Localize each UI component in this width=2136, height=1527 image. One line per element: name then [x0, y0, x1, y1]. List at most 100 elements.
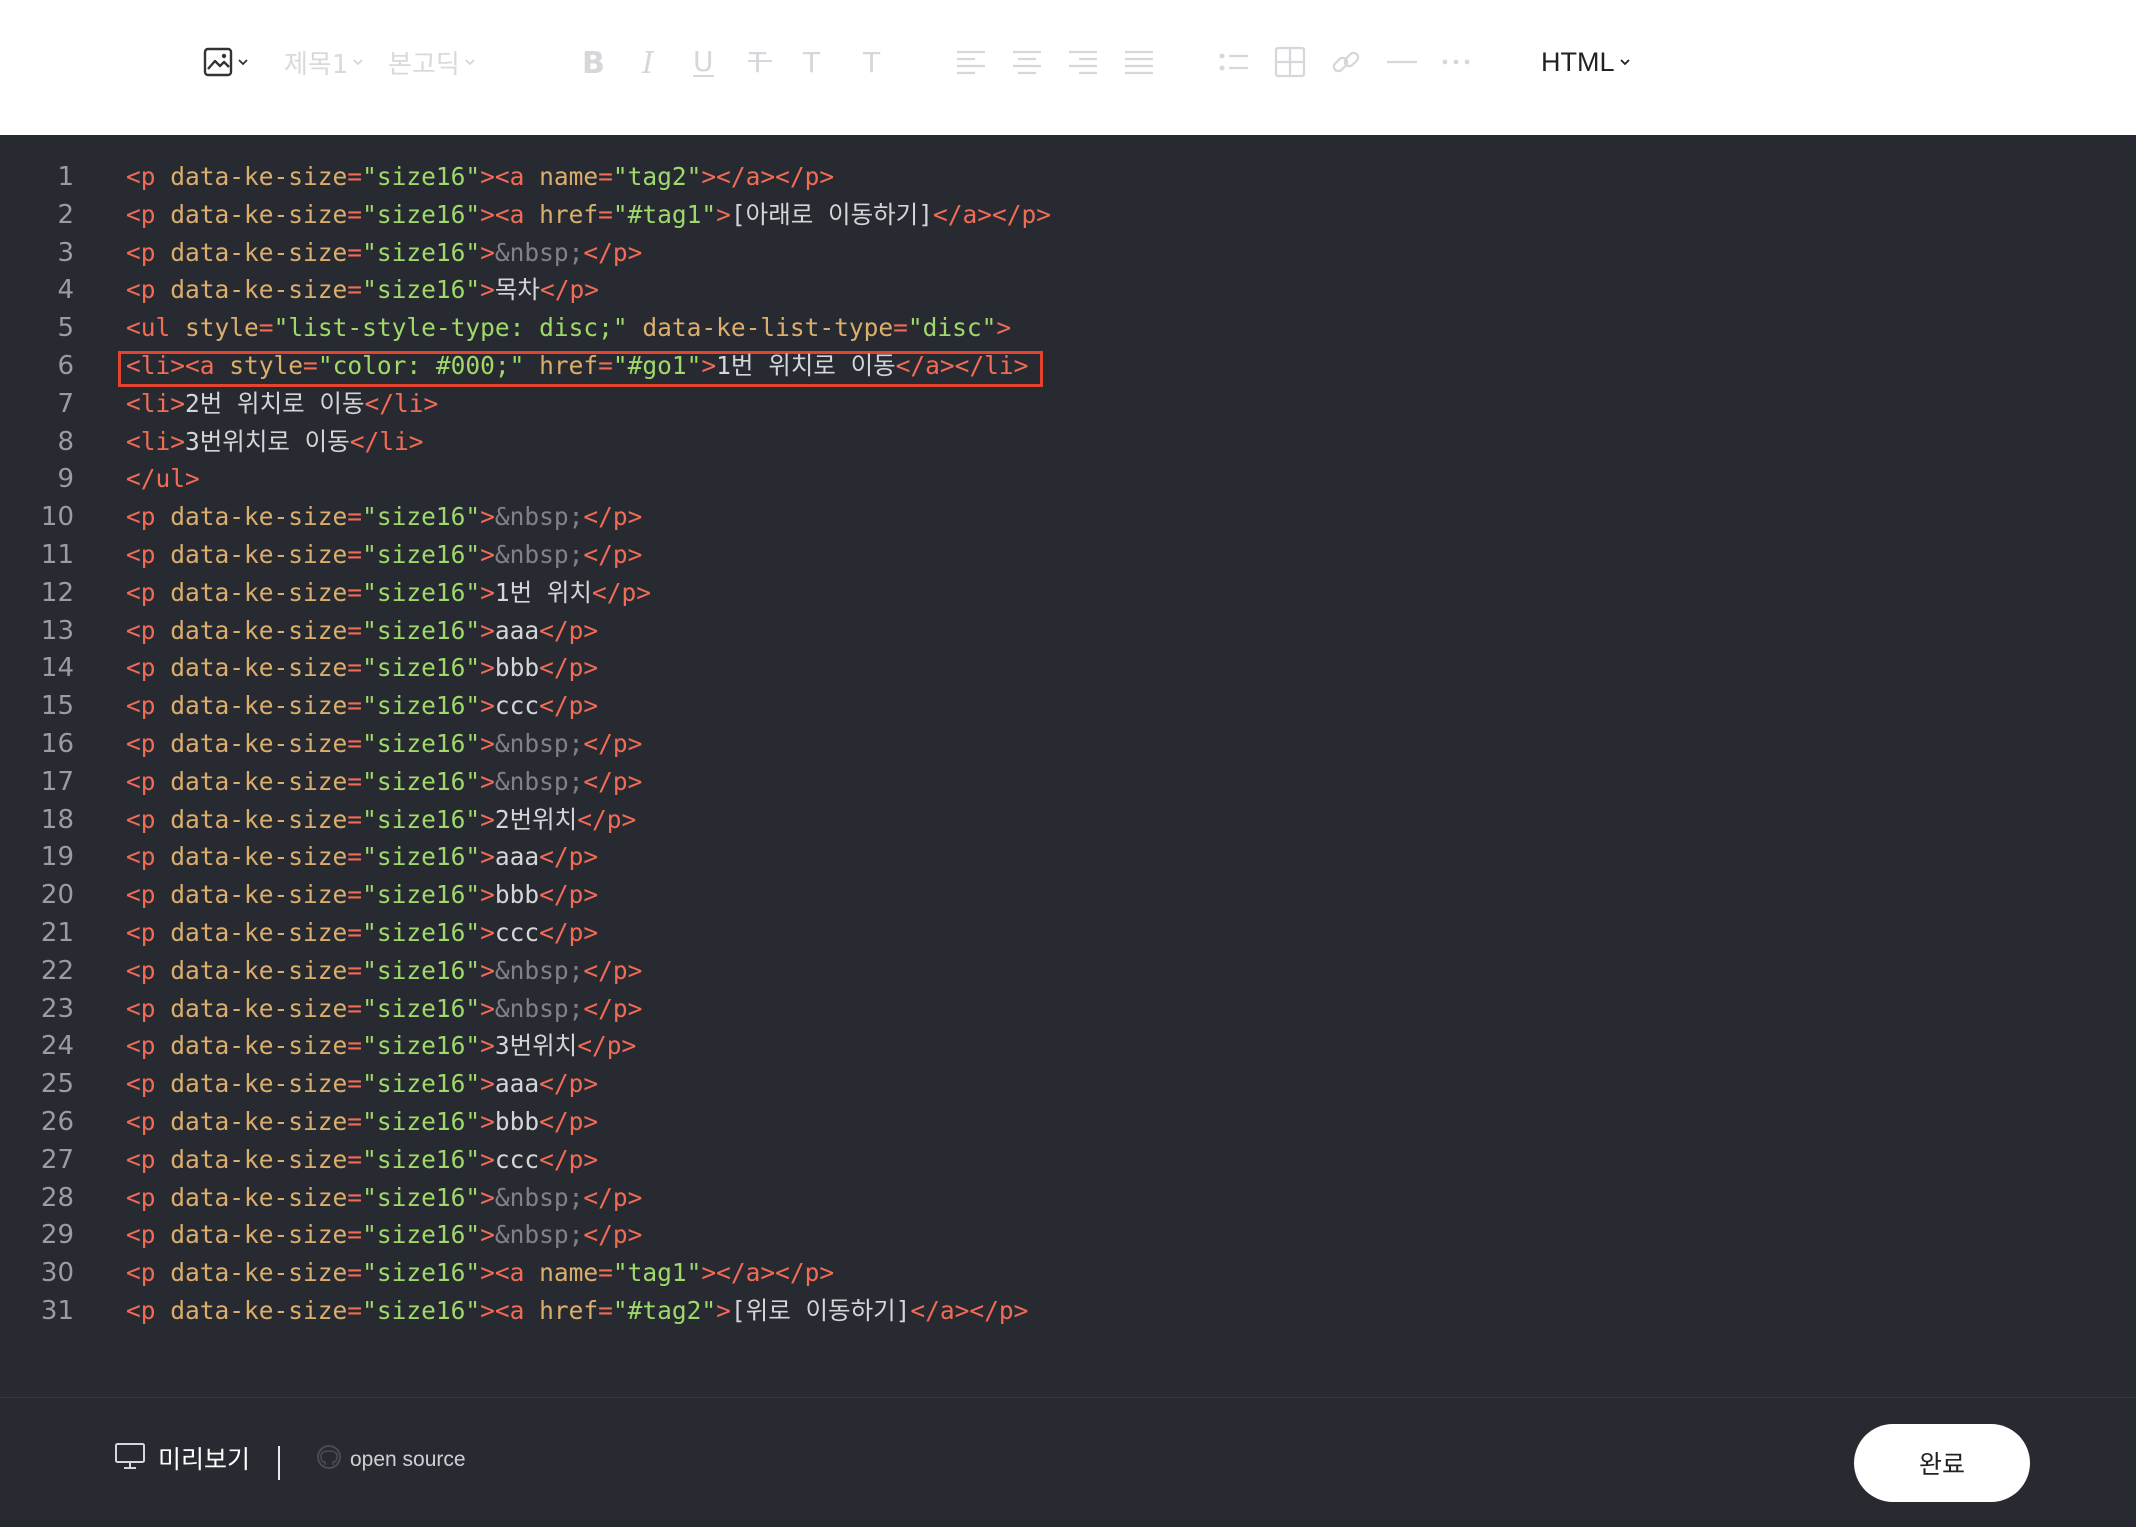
- line-number: 10: [40, 502, 74, 533]
- code-token: >: [480, 237, 495, 267]
- code-line[interactable]: 16 <p data-ke-size="size16">&nbsp;</p>: [0, 725, 2136, 763]
- code-token: data-ke-size: [170, 237, 348, 267]
- strikethrough-button[interactable]: T: [746, 40, 776, 84]
- code-line[interactable]: 12 <p data-ke-size="size16">1번 위치</p>: [0, 574, 2136, 612]
- code-line[interactable]: 7 <li>2번 위치로 이동</li>: [0, 385, 2136, 423]
- code-line[interactable]: 29 <p data-ke-size="size16">&nbsp;</p>: [0, 1216, 2136, 1254]
- done-button[interactable]: 완료: [1854, 1424, 2030, 1502]
- more-icon: [1440, 57, 1472, 67]
- code-text: <p data-ke-size="size16">ccc</p>: [126, 687, 598, 725]
- code-token: "size16": [362, 540, 481, 569]
- more-button[interactable]: [1440, 40, 1472, 84]
- code-token: 1번 위치로 이동: [716, 351, 896, 380]
- code-token: &nbsp;: [494, 540, 584, 569]
- code-token: </p>: [583, 766, 643, 796]
- code-line[interactable]: 24 <p data-ke-size="size16">3번위치</p>: [0, 1027, 2136, 1065]
- code-token: =: [893, 313, 908, 343]
- link-button[interactable]: [1330, 40, 1362, 84]
- code-token: "size16": [362, 1069, 481, 1099]
- code-line[interactable]: 25 <p data-ke-size="size16">aaa</p>: [0, 1065, 2136, 1103]
- underline-button[interactable]: U: [690, 40, 720, 84]
- code-line[interactable]: 20 <p data-ke-size="size16">bbb</p>: [0, 876, 2136, 914]
- code-token: name: [539, 162, 599, 191]
- line-number: 31: [40, 1296, 74, 1326]
- code-line[interactable]: 26 <p data-ke-size="size16">bbb</p>: [0, 1103, 2136, 1141]
- bold-button[interactable]: B: [580, 40, 606, 84]
- open-source-link[interactable]: open source: [316, 1444, 466, 1475]
- code-line[interactable]: 4 <p data-ke-size="size16">목차</p>: [0, 271, 2136, 309]
- code-line[interactable]: 23 <p data-ke-size="size16">&nbsp;</p>: [0, 990, 2136, 1028]
- code-token: =: [598, 1296, 613, 1325]
- line-number: 6: [57, 351, 74, 381]
- background-color-button[interactable]: T: [860, 40, 888, 84]
- align-right-button[interactable]: [1067, 40, 1099, 84]
- code-token: </a></li>: [895, 351, 1029, 380]
- code-line[interactable]: 11 <p data-ke-size="size16">&nbsp;</p>: [0, 536, 2136, 574]
- code-line[interactable]: 28 <p data-ke-size="size16">&nbsp;</p>: [0, 1179, 2136, 1217]
- code-token: <p: [126, 615, 156, 645]
- code-line[interactable]: 1 <p data-ke-size="size16"><a name="tag2"…: [0, 158, 2136, 196]
- code-line[interactable]: 17 <p data-ke-size="size16">&nbsp;</p>: [0, 763, 2136, 801]
- code-token: =: [347, 804, 363, 834]
- align-left-button[interactable]: [955, 40, 987, 84]
- code-text: <li>3번위치로 이동</li>: [126, 423, 424, 461]
- line-number: 2: [57, 199, 74, 230]
- code-line[interactable]: 6 <li><a style="color: #000;" href="#go1"…: [0, 347, 2136, 385]
- code-token: <p: [126, 729, 156, 758]
- code-line[interactable]: 9 </ul>: [0, 460, 2136, 498]
- code-line[interactable]: 27 <p data-ke-size="size16">ccc</p>: [0, 1141, 2136, 1179]
- code-line[interactable]: 5 <ul style="list-style-type: disc;" data…: [0, 309, 2136, 347]
- code-text: <p data-ke-size="size16">ccc</p>: [126, 914, 598, 952]
- code-line[interactable]: 21 <p data-ke-size="size16">ccc</p>: [0, 914, 2136, 952]
- code-line[interactable]: 14 <p data-ke-size="size16">bbb</p>: [0, 649, 2136, 687]
- image-insert-button[interactable]: [203, 40, 249, 84]
- font-select[interactable]: 본고딕: [388, 40, 476, 84]
- code-line[interactable]: 22 <p data-ke-size="size16">&nbsp;</p>: [0, 952, 2136, 990]
- code-token: ccc: [494, 918, 540, 947]
- heading-select[interactable]: 제목1: [284, 40, 364, 84]
- code-token: 3번위치로 이동: [185, 426, 350, 456]
- line-number: 5: [57, 313, 74, 344]
- code-line[interactable]: 2 <p data-ke-size="size16"><a href="#tag1…: [0, 196, 2136, 234]
- code-token: <p: [126, 237, 156, 267]
- horizontal-rule-button[interactable]: [1386, 40, 1418, 84]
- code-token: <p: [126, 577, 156, 607]
- code-text: <p data-ke-size="size16"><a name="tag1">…: [126, 1254, 834, 1292]
- italic-icon: I: [638, 46, 662, 78]
- code-line[interactable]: 13 <p data-ke-size="size16">aaa</p>: [0, 612, 2136, 650]
- mode-select[interactable]: HTML: [1541, 40, 1631, 84]
- table-icon: [1274, 46, 1306, 78]
- align-center-button[interactable]: [1011, 40, 1043, 84]
- text-color-button[interactable]: T: [800, 40, 828, 84]
- code-token: =: [347, 955, 363, 985]
- table-button[interactable]: [1274, 40, 1306, 84]
- code-line[interactable]: 8 <li>3번위치로 이동</li>: [0, 423, 2136, 461]
- html-code-editor[interactable]: 1 <p data-ke-size="size16"><a name="tag2"…: [0, 135, 2136, 1397]
- code-token: =: [347, 842, 363, 872]
- align-center-icon: [1011, 48, 1043, 76]
- code-text: <p data-ke-size="size16">&nbsp;</p>: [126, 763, 642, 801]
- bullet-list-button[interactable]: [1218, 40, 1250, 84]
- code-line[interactable]: 18 <p data-ke-size="size16">2번위치</p>: [0, 801, 2136, 839]
- code-line[interactable]: 10 <p data-ke-size="size16">&nbsp;</p>: [0, 498, 2136, 536]
- code-token: </p>: [539, 275, 599, 305]
- preview-button[interactable]: 미리보기: [114, 1440, 250, 1476]
- code-line[interactable]: 30 <p data-ke-size="size16"><a name="tag1…: [0, 1254, 2136, 1292]
- code-token: </p>: [539, 918, 599, 947]
- monitor-icon: [114, 1442, 146, 1475]
- code-line[interactable]: 31 <p data-ke-size="size16"><a href="#tag…: [0, 1292, 2136, 1330]
- code-line[interactable]: 15 <p data-ke-size="size16">ccc</p>: [0, 687, 2136, 725]
- italic-button[interactable]: I: [638, 40, 662, 84]
- code-line[interactable]: 3 <p data-ke-size="size16">&nbsp;</p>: [0, 234, 2136, 272]
- code-token: =: [347, 502, 363, 532]
- code-token: >: [480, 804, 495, 834]
- code-line[interactable]: 19 <p data-ke-size="size16">aaa</p>: [0, 838, 2136, 876]
- chevron-down-icon: [1619, 57, 1631, 67]
- code-token: </p>: [583, 993, 643, 1023]
- align-justify-button[interactable]: [1123, 40, 1155, 84]
- line-number: 7: [57, 388, 74, 419]
- code-token: data-ke-size: [170, 955, 348, 985]
